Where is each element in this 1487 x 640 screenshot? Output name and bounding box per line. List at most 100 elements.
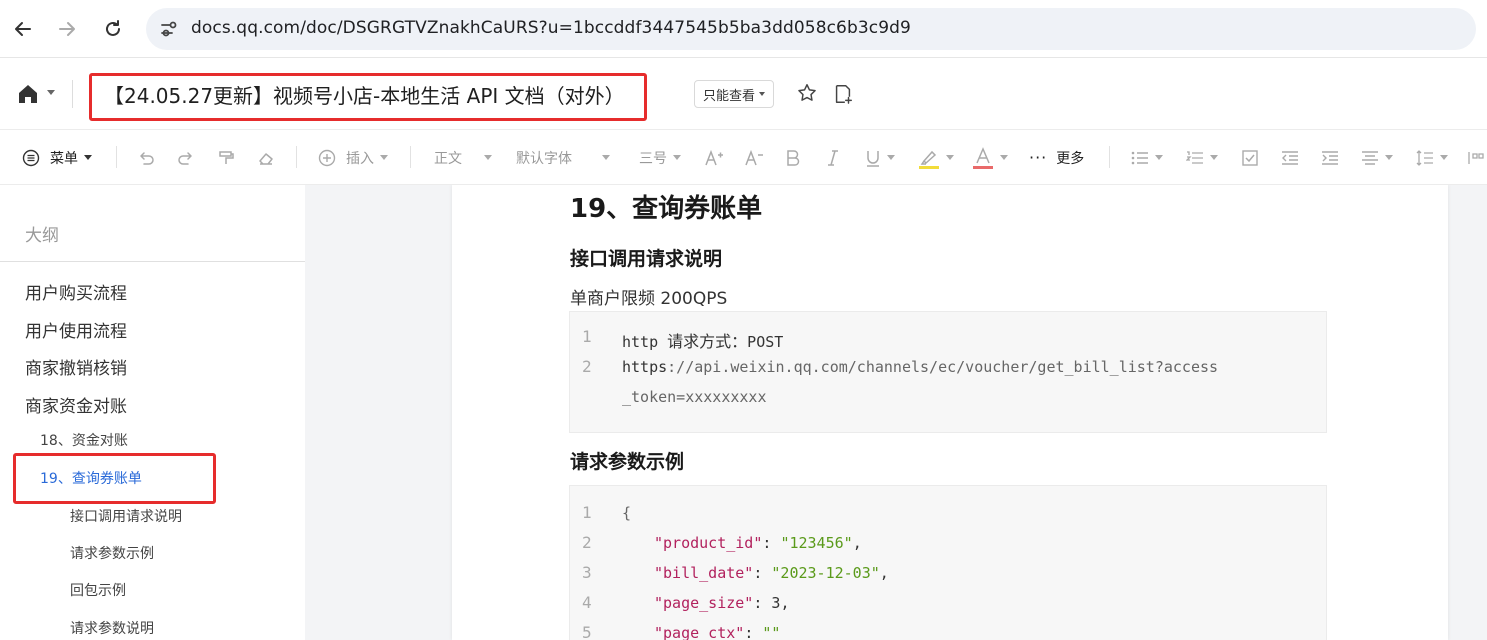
permission-dropdown[interactable]: 只能查看 [694, 80, 775, 108]
eraser-icon [259, 152, 273, 165]
plus-circle-icon [318, 149, 336, 166]
json-sep: : [753, 564, 772, 582]
bold-button[interactable] [785, 130, 801, 185]
reload-icon [106, 20, 120, 36]
forward-button[interactable] [52, 14, 82, 44]
outline-item[interactable]: 回包示例 [70, 580, 126, 600]
bullet-list-icon [1131, 151, 1148, 164]
highlighter-icon [919, 150, 939, 169]
back-button[interactable] [8, 14, 38, 44]
font-decrease-icon [745, 149, 763, 165]
json-sep: : [762, 534, 781, 552]
add-note-icon[interactable] [832, 83, 854, 105]
json-key: "product_id" [654, 534, 763, 552]
outline-item[interactable]: 用户使用流程 [25, 317, 127, 342]
italic-button[interactable] [825, 130, 841, 185]
checklist-button[interactable] [1241, 130, 1259, 185]
undo-button[interactable] [137, 130, 155, 185]
chevron-down-icon [1155, 155, 1163, 160]
outline-item[interactable]: 请求参数示例 [70, 543, 154, 563]
font-color-button[interactable] [972, 130, 1008, 185]
editor-toolbar: 菜单 插入 正文 默认字体 三号 ··· 更多 [0, 130, 1487, 185]
address-bar[interactable]: docs.qq.com/doc/DSGRGTVZnakhCaURS?u=1bcc… [146, 8, 1476, 50]
chevron-down-icon [946, 155, 954, 160]
reload-button[interactable] [98, 14, 128, 44]
more-dots-icon: ··· [1029, 148, 1048, 167]
indent-button[interactable] [1321, 130, 1339, 185]
code-text: 请求方式： [667, 332, 748, 351]
more-button[interactable]: ··· 更多 [1029, 130, 1084, 185]
line-number: 2 [582, 357, 592, 376]
numbered-list-button[interactable] [1186, 130, 1218, 185]
increase-font-button[interactable] [704, 130, 724, 185]
clear-format-button[interactable] [257, 130, 275, 185]
site-settings-icon[interactable] [158, 18, 180, 40]
code-line: _token=xxxxxxxxx [570, 382, 1328, 412]
outline-item[interactable]: 商家资金对账 [25, 392, 127, 417]
code-text: ://api.weixin.qq.com/channels/ec/voucher… [667, 358, 1219, 376]
line-number: 2 [582, 533, 592, 552]
chevron-down-icon [673, 155, 681, 160]
outline-item[interactable]: 商家撤销核销 [25, 354, 127, 379]
paragraph-style-select[interactable]: 正文 [434, 130, 492, 185]
checkbox-icon [1242, 149, 1258, 166]
star-icon[interactable] [796, 82, 818, 104]
code-line: 4 "page_size": 3, [570, 588, 1328, 618]
font-color-icon [973, 146, 993, 169]
subsection-heading: 接口调用请求说明 [570, 248, 723, 270]
outline-item[interactable]: 用户购买流程 [25, 279, 127, 304]
json-key: "bill_date" [654, 564, 754, 582]
insert-button[interactable]: 插入 [318, 130, 388, 185]
code-line: 5 "page_ctx": "" [570, 618, 1328, 640]
chevron-down-icon [759, 92, 766, 96]
json-value: "123456" [780, 534, 853, 552]
align-button[interactable] [1361, 130, 1393, 185]
chevron-down-icon [602, 155, 610, 160]
font-increase-icon [705, 149, 723, 165]
line-spacing-button[interactable] [1416, 130, 1448, 185]
document-page[interactable]: 19、查询券账单 接口调用请求说明 单商户限频 200QPS 1 http 请求… [452, 185, 1448, 640]
outline-item[interactable]: 18、资金对账 [40, 430, 128, 450]
bold-icon [787, 149, 800, 166]
font-family-select[interactable]: 默认字体 [516, 130, 610, 185]
json-comma: , [852, 534, 862, 552]
active-item-highlight-box [13, 453, 216, 504]
more-label: 更多 [1056, 150, 1085, 167]
rate-limit-text: 单商户限频 200QPS [570, 289, 728, 309]
chevron-down-icon [380, 155, 388, 160]
decrease-font-button[interactable] [744, 130, 764, 185]
highlight-button[interactable] [918, 130, 954, 185]
arrow-left-icon [15, 22, 31, 36]
chevron-down-icon [1210, 155, 1218, 160]
home-icon[interactable] [16, 82, 40, 106]
code-block-request[interactable]: 1 http 请求方式：POST 2 https://api.weixin.qq… [569, 311, 1327, 433]
outdent-icon [1282, 150, 1298, 165]
divider [0, 261, 305, 262]
outline-item[interactable]: 接口调用请求说明 [70, 506, 182, 526]
redo-button[interactable] [177, 130, 195, 185]
font-size-select[interactable]: 三号 [639, 130, 681, 185]
insert-label: 插入 [346, 150, 374, 167]
quote-button[interactable] [1468, 130, 1484, 185]
home-menu-caret-icon[interactable] [47, 90, 55, 95]
code-block-params[interactable]: 1 { 2 "product_id": "123456", 3 "bill_da… [569, 485, 1327, 640]
menu-button[interactable]: 菜单 [22, 130, 92, 185]
outdent-button[interactable] [1281, 130, 1299, 185]
numbered-list-icon [1186, 150, 1203, 164]
chevron-down-icon [1385, 155, 1393, 160]
bullet-list-button[interactable] [1131, 130, 1163, 185]
code-text: https [622, 358, 668, 376]
outline-item[interactable]: 请求参数说明 [70, 618, 154, 638]
italic-icon [828, 149, 838, 166]
outline-sidebar: 大纲 用户购买流程 用户使用流程 商家撤销核销 商家资金对账 18、资金对账 1… [0, 185, 305, 640]
line-spacing-icon [1416, 149, 1433, 166]
code-text: POST [747, 333, 784, 351]
line-number: 1 [582, 327, 592, 346]
json-value: "" [762, 624, 781, 640]
chevron-down-icon [887, 155, 895, 160]
format-painter-button[interactable] [217, 130, 235, 185]
underline-button[interactable] [865, 130, 895, 185]
divider [296, 146, 297, 168]
code-line: 2 "product_id": "123456", [570, 528, 1328, 558]
subsection-heading: 请求参数示例 [570, 451, 685, 473]
